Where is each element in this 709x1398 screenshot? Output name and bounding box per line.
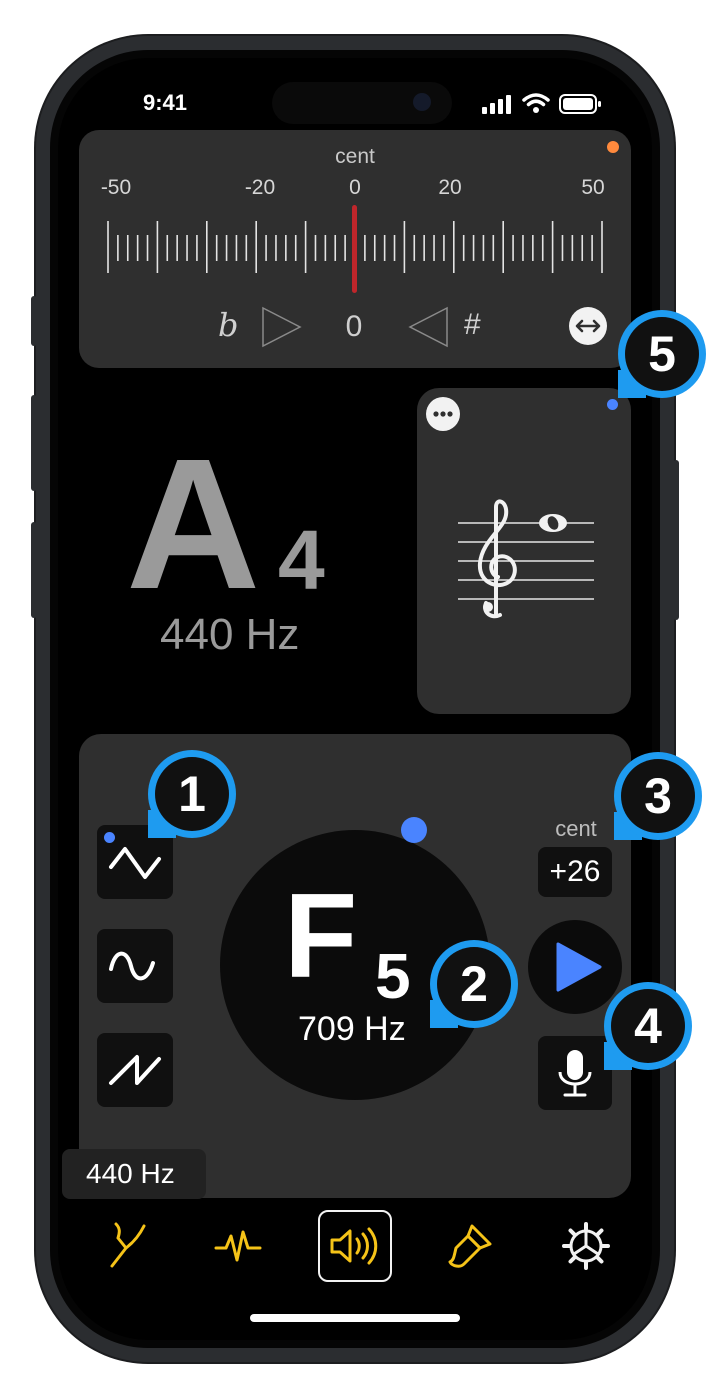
sine-wave-icon — [109, 951, 155, 981]
cellular-signal-icon — [482, 95, 511, 114]
side-button-volume-down — [31, 522, 37, 618]
generator-cent-label: cent — [555, 816, 597, 841]
scale-label: 0 — [349, 176, 361, 199]
music-staff — [458, 499, 594, 619]
home-indicator — [250, 1314, 460, 1322]
staff-more-button[interactable] — [426, 397, 460, 431]
cent-meter-label: cent — [335, 145, 375, 168]
swap-direction-button[interactable] — [569, 307, 607, 345]
scale-label: 20 — [438, 176, 462, 199]
wifi-icon — [522, 93, 550, 113]
battery-icon — [559, 94, 601, 114]
microphone-button[interactable] — [538, 1036, 612, 1110]
tab-analyzer[interactable] — [210, 1218, 266, 1274]
tuning-fork-icon — [110, 1222, 146, 1268]
waveform-sawtooth-button[interactable] — [97, 1033, 173, 1107]
callout-badge: 5 — [618, 310, 706, 398]
waveform-sine-button[interactable] — [97, 929, 173, 1003]
callout-badge: 3 — [614, 752, 702, 840]
generator-note-octave: 5 — [375, 940, 411, 1012]
waveform-pulse-icon — [214, 1230, 262, 1262]
tab-appearance[interactable] — [442, 1218, 498, 1274]
waveform-selected-dot — [104, 832, 115, 843]
status-time: 9:41 — [143, 90, 188, 115]
sharp-direction-arrow-icon — [408, 306, 448, 348]
side-button-volume-up — [31, 395, 37, 491]
reference-pitch-label[interactable]: 440 Hz — [62, 1149, 206, 1199]
reference-note-letter: A — [126, 421, 261, 628]
generator-note-letter: F — [284, 869, 358, 1003]
speaker-sound-icon — [330, 1227, 378, 1265]
side-button-silent — [31, 296, 37, 346]
scale-label: -20 — [244, 176, 276, 199]
paint-brush-icon — [448, 1224, 492, 1268]
cent-center-value: 0 — [345, 310, 363, 343]
tab-generator[interactable] — [318, 1210, 392, 1282]
dial-knob[interactable] — [401, 817, 427, 843]
cent-offset-value[interactable]: +26 — [538, 847, 612, 897]
scale-label: 50 — [581, 176, 605, 199]
front-camera — [413, 93, 431, 111]
swap-arrows-icon — [575, 319, 601, 333]
sawtooth-wave-icon — [109, 1055, 161, 1085]
staff-indicator-dot — [607, 399, 618, 410]
ellipsis-icon — [433, 411, 453, 417]
tab-settings[interactable] — [558, 1218, 614, 1274]
flat-direction-arrow-icon — [262, 306, 302, 348]
scale-label: -50 — [100, 176, 132, 199]
generator-frequency: 709 Hz — [298, 1010, 406, 1048]
play-button[interactable] — [528, 920, 622, 1014]
microphone-icon — [558, 1050, 592, 1097]
callout-badge: 2 — [430, 940, 518, 1028]
settings-gear-icon — [562, 1222, 610, 1270]
cent-needle — [352, 205, 357, 293]
play-icon — [556, 942, 602, 992]
reference-frequency: 440 Hz — [160, 610, 300, 659]
reference-note-octave: 4 — [278, 513, 325, 607]
callout-badge: 4 — [604, 982, 692, 1070]
flat-symbol: b — [218, 306, 239, 344]
sharp-symbol: # — [464, 308, 481, 341]
side-button-power — [673, 460, 679, 620]
input-indicator-dot — [607, 141, 619, 153]
tab-tuner[interactable] — [98, 1218, 154, 1274]
callout-badge: 1 — [148, 750, 236, 838]
